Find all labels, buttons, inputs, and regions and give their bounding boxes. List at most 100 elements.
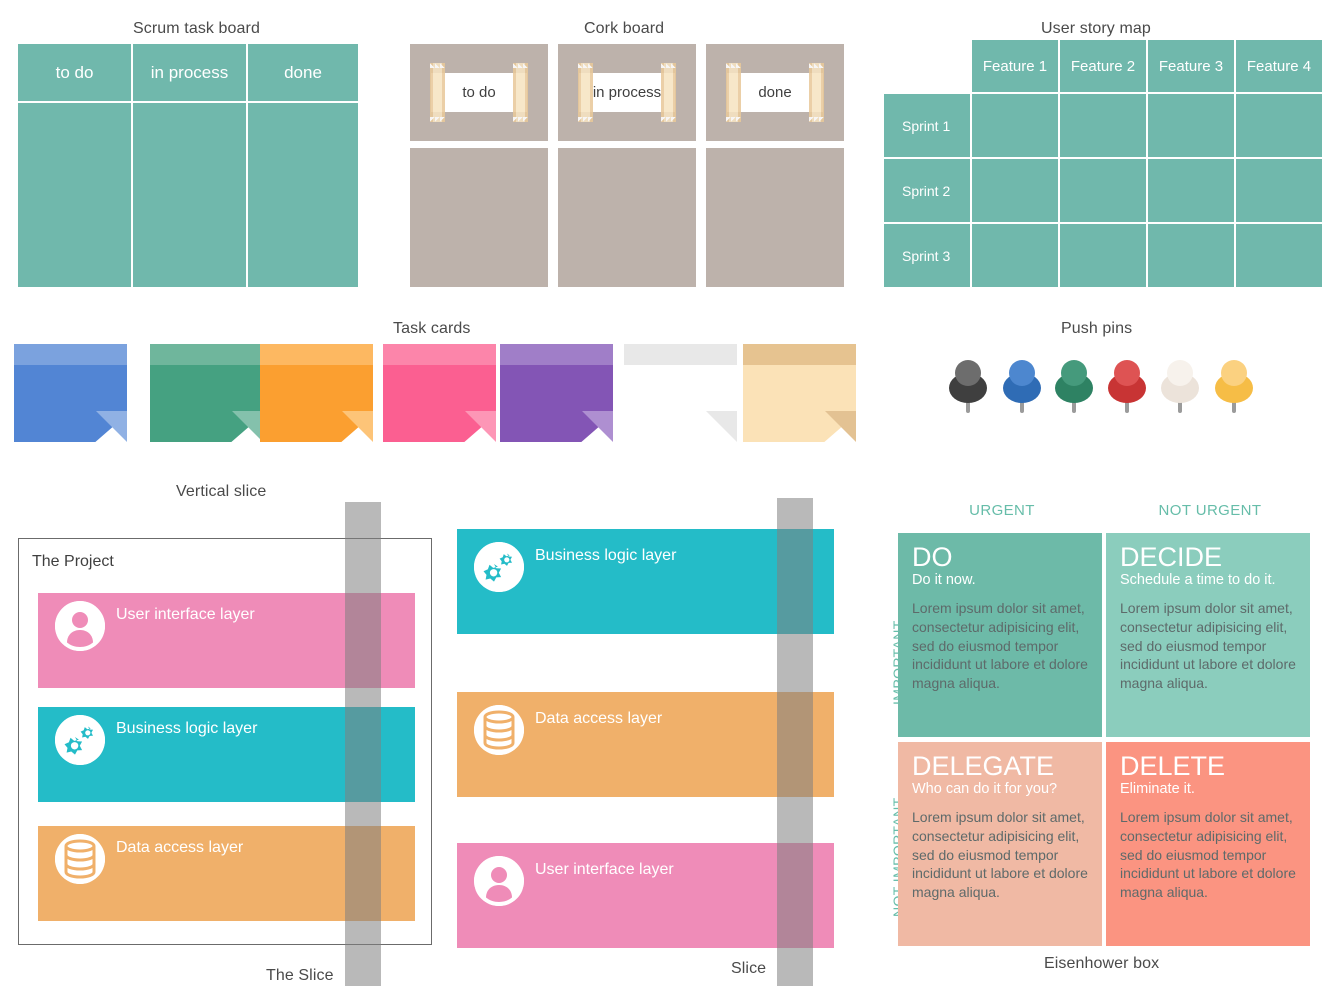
quadrant-title: DECIDE bbox=[1120, 542, 1223, 572]
quadrant-subtitle: Do it now. bbox=[912, 572, 976, 589]
scrum-column-header[interactable]: in process bbox=[133, 44, 246, 101]
quadrant-subtitle: Who can do it for you? bbox=[912, 781, 1058, 798]
gears-icon bbox=[55, 715, 105, 765]
layer-label: User interface layer bbox=[116, 606, 255, 623]
eisenhower-quadrant-decide[interactable]: DECIDE Schedule a time to do it. Lorem i… bbox=[1106, 533, 1310, 737]
quadrant-body: Lorem ipsum dolor sit amet, consectetur … bbox=[912, 808, 1088, 901]
task-card-strip bbox=[260, 344, 373, 365]
quadrant-body: Lorem ipsum dolor sit amet, consectetur … bbox=[1120, 808, 1296, 901]
the-slice-label: The Slice bbox=[266, 967, 334, 984]
cork-body-cell[interactable] bbox=[410, 148, 548, 287]
quadrant-title: DO bbox=[912, 542, 953, 572]
push-pins-caption: Push pins bbox=[1061, 320, 1133, 337]
story-map-feature-header[interactable]: Feature 2 bbox=[1060, 40, 1146, 92]
layer-label: Business logic layer bbox=[116, 720, 258, 737]
pin-head-icon bbox=[955, 360, 981, 386]
story-map-grid-line bbox=[1146, 40, 1148, 287]
eisenhower-box: URGENT NOT URGENT IMPORTANT NOT IMPORTAN… bbox=[884, 500, 1310, 998]
quadrant-title: DELEGATE bbox=[912, 751, 1055, 781]
tape-strip-icon bbox=[430, 63, 445, 122]
push-pin-dark-gray[interactable] bbox=[944, 360, 992, 418]
database-icon bbox=[55, 834, 105, 884]
vertical-slice-bar bbox=[345, 502, 381, 986]
push-pin-green[interactable] bbox=[1050, 360, 1098, 418]
tape-strip-icon bbox=[513, 63, 528, 122]
cork-board-caption: Cork board bbox=[584, 20, 665, 37]
task-card-strip bbox=[383, 344, 496, 365]
story-map-grid-line bbox=[884, 222, 1322, 224]
task-card-strip bbox=[150, 344, 263, 365]
pin-head-icon bbox=[1167, 360, 1193, 386]
push-pin-cream[interactable] bbox=[1156, 360, 1204, 418]
story-map-grid-line bbox=[972, 92, 1322, 94]
slice-bar bbox=[777, 498, 813, 986]
task-card-purple[interactable] bbox=[500, 344, 613, 442]
story-map-feature-header[interactable]: Feature 3 bbox=[1148, 40, 1234, 92]
scrum-grid-line bbox=[131, 44, 133, 287]
pin-head-icon bbox=[1114, 360, 1140, 386]
eisenhower-col-header: NOT URGENT bbox=[1158, 502, 1262, 519]
pin-head-icon bbox=[1061, 360, 1087, 386]
story-map-feature-header[interactable]: Feature 1 bbox=[972, 40, 1058, 92]
task-card-blue[interactable] bbox=[14, 344, 127, 442]
story-map-sprint-header[interactable]: Sprint 1 bbox=[884, 94, 970, 157]
scrum-grid-line bbox=[18, 101, 358, 103]
tape-strip-icon bbox=[661, 63, 676, 122]
push-pin-blue[interactable] bbox=[998, 360, 1046, 418]
scrum-board-caption: Scrum task board bbox=[133, 20, 260, 37]
vertical-slice-caption: Vertical slice bbox=[176, 483, 267, 500]
layer-label: User interface layer bbox=[535, 861, 674, 878]
push-pin-yellow[interactable] bbox=[1210, 360, 1258, 418]
eisenhower-caption: Eisenhower box bbox=[1044, 955, 1160, 972]
quadrant-subtitle: Eliminate it. bbox=[1120, 781, 1195, 798]
quadrant-body: Lorem ipsum dolor sit amet, consectetur … bbox=[1120, 599, 1296, 692]
slice-label: Slice bbox=[731, 960, 767, 977]
story-map-feature-header[interactable]: Feature 4 bbox=[1236, 40, 1322, 92]
story-map-grid-line bbox=[1234, 40, 1236, 287]
layer-label: Data access layer bbox=[535, 710, 663, 727]
eisenhower-col-header: URGENT bbox=[969, 502, 1035, 519]
story-map-grid-line bbox=[970, 94, 972, 287]
pin-head-icon bbox=[1009, 360, 1035, 386]
story-map-sprint-header[interactable]: Sprint 3 bbox=[884, 224, 970, 287]
task-card-strip bbox=[14, 344, 127, 365]
scrum-grid-line bbox=[246, 44, 248, 287]
task-card-strip bbox=[500, 344, 613, 365]
cork-body-cell[interactable] bbox=[558, 148, 696, 287]
quadrant-body: Lorem ipsum dolor sit amet, consectetur … bbox=[912, 599, 1088, 692]
layer-label: Data access layer bbox=[116, 839, 244, 856]
tape-strip-icon bbox=[809, 63, 824, 122]
user-story-map: Feature 1 Feature 2 Feature 3 Feature 4 … bbox=[884, 40, 1322, 290]
cork-board: to do in process done bbox=[410, 44, 846, 287]
story-map-grid-line bbox=[884, 157, 1322, 159]
tape-strip-icon bbox=[726, 63, 741, 122]
database-icon bbox=[474, 705, 524, 755]
person-icon bbox=[474, 856, 524, 906]
task-card-white[interactable] bbox=[624, 344, 737, 442]
task-card-cream[interactable] bbox=[743, 344, 856, 442]
story-map-caption: User story map bbox=[1041, 20, 1151, 37]
task-card-strip bbox=[743, 344, 856, 365]
project-label: The Project bbox=[32, 553, 114, 570]
eisenhower-quadrant-delete[interactable]: DELETE Eliminate it. Lorem ipsum dolor s… bbox=[1106, 742, 1310, 946]
gears-icon bbox=[474, 542, 524, 592]
task-cards-caption: Task cards bbox=[393, 320, 471, 337]
tape-strip-icon bbox=[578, 63, 593, 122]
story-map-sprint-header[interactable]: Sprint 2 bbox=[884, 159, 970, 222]
push-pin-red[interactable] bbox=[1103, 360, 1151, 418]
scrum-column-header[interactable]: done bbox=[248, 44, 358, 101]
task-card-orange[interactable] bbox=[260, 344, 373, 442]
task-card-strip bbox=[624, 344, 737, 365]
cork-body-cell[interactable] bbox=[706, 148, 844, 287]
pin-head-icon bbox=[1221, 360, 1247, 386]
story-map-grid-line bbox=[1058, 40, 1060, 287]
person-icon bbox=[55, 601, 105, 651]
quadrant-title: DELETE bbox=[1120, 751, 1226, 781]
layer-label: Business logic layer bbox=[535, 547, 677, 564]
eisenhower-quadrant-delegate[interactable]: DELEGATE Who can do it for you? Lorem ip… bbox=[898, 742, 1102, 946]
task-card-pink[interactable] bbox=[383, 344, 496, 442]
scrum-column-header[interactable]: to do bbox=[18, 44, 131, 101]
task-card-green[interactable] bbox=[150, 344, 263, 442]
eisenhower-quadrant-do[interactable]: DO Do it now. Lorem ipsum dolor sit amet… bbox=[898, 533, 1102, 737]
quadrant-subtitle: Schedule a time to do it. bbox=[1120, 572, 1276, 589]
